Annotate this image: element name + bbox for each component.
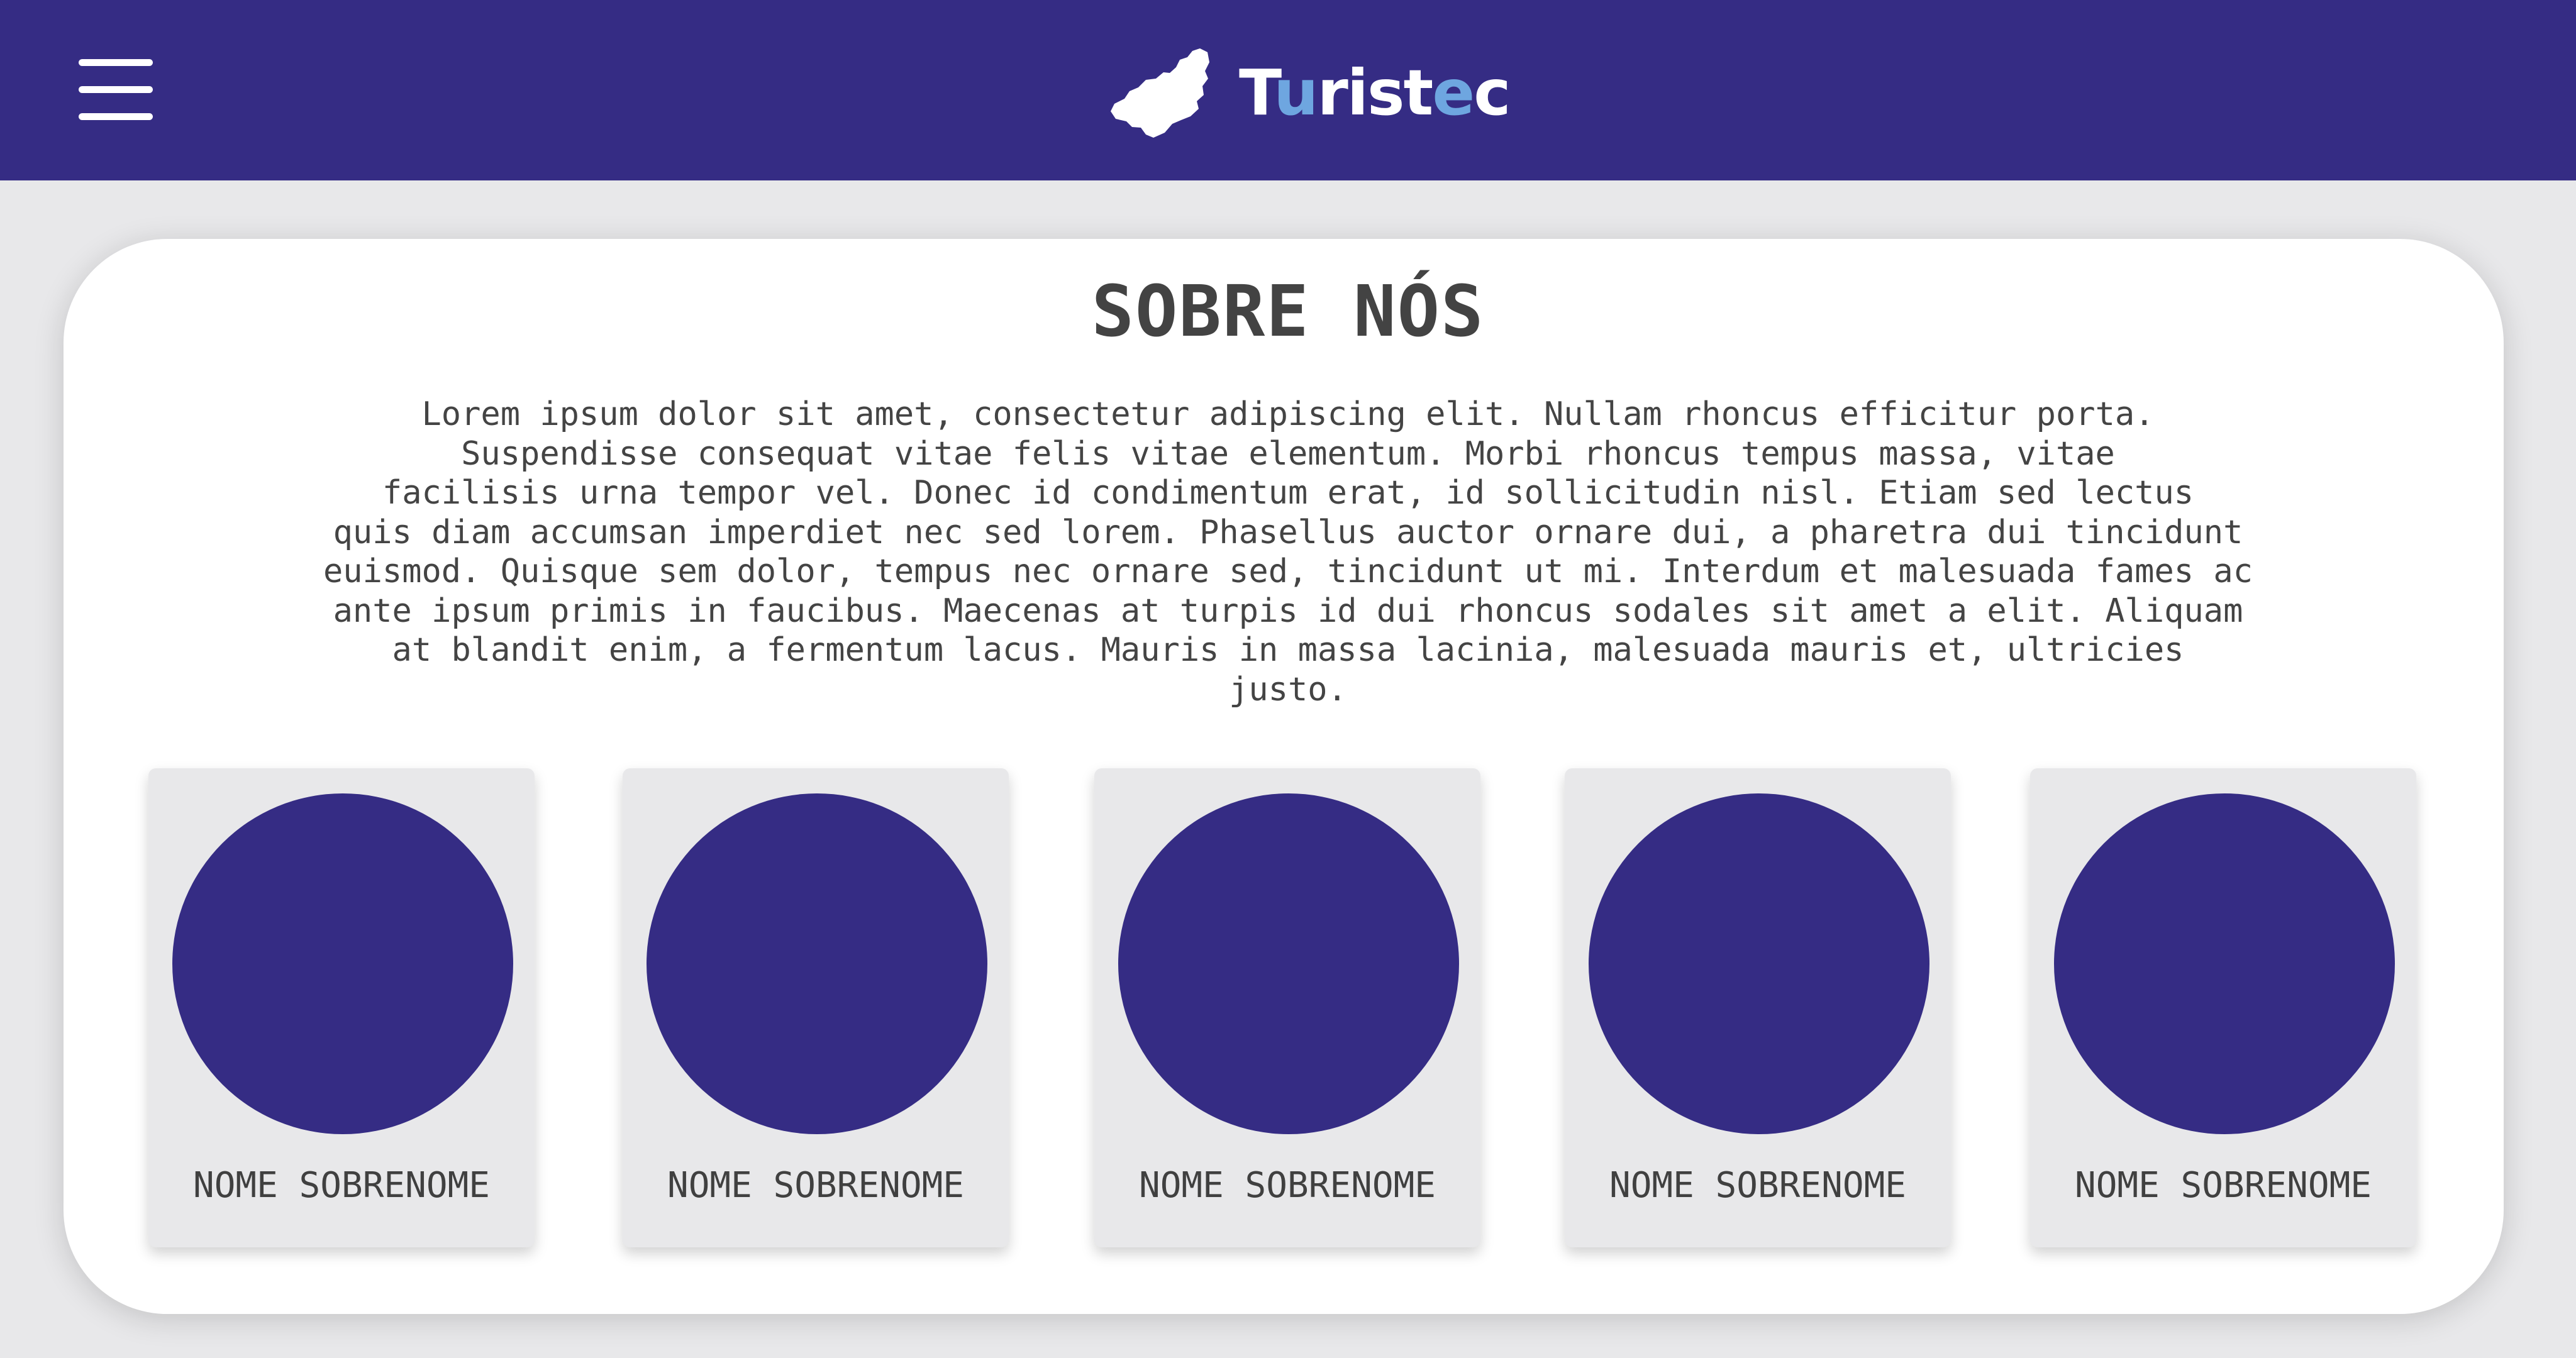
- menu-line: [79, 86, 153, 93]
- brand-letter-accent: u: [1274, 55, 1318, 130]
- brand-letters: rist: [1317, 55, 1433, 130]
- member-avatar: [172, 793, 513, 1134]
- member-name: NOME SOBRENOME: [1138, 1165, 1436, 1206]
- member-name: NOME SOBRENOME: [1609, 1165, 1906, 1206]
- brand-letter: c: [1474, 55, 1511, 130]
- member-name: NOME SOBRENOME: [2074, 1165, 2372, 1206]
- menu-line: [79, 113, 153, 120]
- menu-line: [79, 59, 153, 66]
- island-map-icon: [1111, 48, 1209, 138]
- about-text: Lorem ipsum dolor sit amet, consectetur …: [323, 395, 2253, 709]
- brand-letter: T: [1239, 55, 1275, 130]
- member-name: NOME SOBRENOME: [667, 1165, 964, 1206]
- member-avatar: [2054, 793, 2395, 1134]
- brand-logo[interactable]: Turistec: [1107, 44, 1511, 141]
- top-navigation-bar: Turistec: [0, 0, 2576, 180]
- brand-letter-accent: e: [1432, 55, 1475, 130]
- member-avatar: [647, 793, 987, 1134]
- brand-name: Turistec: [1239, 61, 1511, 124]
- page-title: SOBRE NÓS: [1091, 271, 1485, 353]
- member-avatar: [1589, 793, 1929, 1134]
- hamburger-menu-icon[interactable]: [79, 59, 153, 120]
- member-avatar: [1118, 793, 1459, 1134]
- member-name: NOME SOBRENOME: [192, 1165, 490, 1206]
